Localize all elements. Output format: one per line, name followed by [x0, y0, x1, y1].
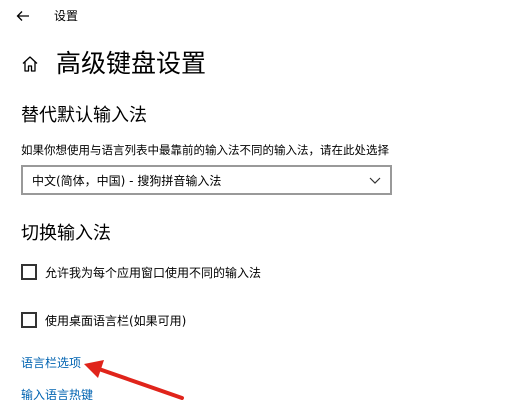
switch-input-heading: 切换输入法: [21, 223, 111, 244]
window-title: 设置: [54, 9, 79, 23]
home-icon[interactable]: [19, 53, 41, 75]
settings-window: 设置 高级键盘设置 替代默认输入法 如果你想使用与语言列表中最靠前的输入法不同的…: [0, 0, 527, 400]
back-button[interactable]: [12, 5, 34, 27]
title-bar: 设置: [0, 0, 527, 32]
desktop-language-bar-checkbox-row[interactable]: 使用桌面语言栏(如果可用): [21, 309, 186, 331]
page-title: 高级键盘设置: [56, 49, 207, 78]
desktop-language-bar-checkbox[interactable]: [21, 312, 37, 328]
per-app-input-checkbox-row[interactable]: 允许我为每个应用窗口使用不同的输入法: [21, 261, 261, 283]
chevron-down-icon: [368, 175, 382, 185]
default-input-method-dropdown[interactable]: 中文(简体，中国) - 搜狗拼音输入法: [21, 165, 392, 195]
override-input-description: 如果你想使用与语言列表中最靠前的输入法不同的输入法，请在此处选择: [21, 143, 389, 157]
input-language-hotkeys-link[interactable]: 输入语言热键: [21, 386, 93, 400]
override-input-heading: 替代默认输入法: [21, 105, 147, 126]
language-bar-options-link[interactable]: 语言栏选项: [21, 354, 81, 371]
per-app-input-label: 允许我为每个应用窗口使用不同的输入法: [45, 265, 262, 280]
back-arrow-icon: [16, 11, 29, 21]
per-app-input-checkbox[interactable]: [21, 264, 37, 280]
dropdown-selected-value: 中文(简体，中国) - 搜狗拼音输入法: [32, 173, 222, 188]
page-header: 高级键盘设置: [19, 46, 206, 82]
desktop-language-bar-label: 使用桌面语言栏(如果可用): [45, 313, 187, 328]
